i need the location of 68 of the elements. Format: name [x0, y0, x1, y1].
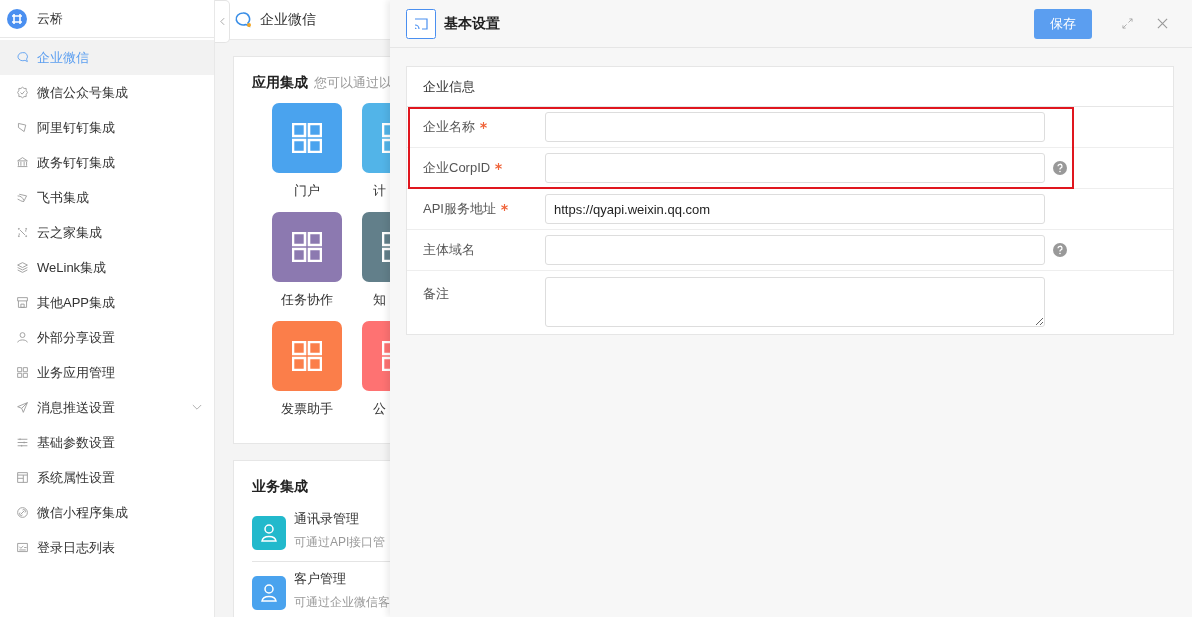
nodes-icon	[16, 226, 29, 239]
grid-icon	[292, 123, 322, 153]
app-tile[interactable]	[272, 212, 342, 282]
app-tile[interactable]	[272, 321, 342, 391]
sidebar-item[interactable]: 政务钉钉集成	[0, 145, 214, 180]
sidebar-item[interactable]: 微信小程序集成	[0, 495, 214, 530]
sliders-icon	[16, 436, 29, 449]
chevron-left-icon	[219, 17, 225, 26]
input-field[interactable]	[545, 153, 1045, 183]
input-field[interactable]	[545, 112, 1045, 142]
input-field[interactable]: https://qyapi.weixin.qq.com	[545, 194, 1045, 224]
layers-icon	[16, 261, 29, 274]
page-title: 企业微信	[260, 10, 316, 29]
help-icon[interactable]	[1053, 243, 1067, 257]
section-title: 业务集成	[252, 478, 309, 496]
field-label: 企业名称	[423, 118, 475, 136]
grid-icon	[292, 341, 322, 371]
app-tile[interactable]	[272, 103, 342, 173]
chat-icon	[234, 10, 252, 29]
sidebar-item[interactable]: 微信公众号集成	[0, 75, 214, 110]
send-icon	[16, 401, 29, 414]
id-card-icon	[16, 541, 29, 554]
form-title: 企业信息	[423, 77, 475, 96]
sidebar-item[interactable]: 业务应用管理	[0, 355, 214, 390]
business-description: 可通过企业微信客	[294, 594, 390, 611]
remark-field[interactable]	[545, 277, 1045, 327]
app-label: 门户	[293, 182, 321, 200]
app-label: 计	[372, 182, 387, 200]
grid-icon	[292, 232, 322, 262]
sidebar-item[interactable]: 登录日志列表	[0, 530, 214, 565]
business-title[interactable]: 客户管理	[294, 570, 390, 588]
app-label: 知	[372, 291, 387, 309]
bank-icon	[16, 156, 29, 169]
chat-icon	[16, 51, 29, 64]
sidebar-item[interactable]: 基础参数设置	[0, 425, 214, 460]
user-icon	[16, 331, 29, 344]
sidebar-item[interactable]: 消息推送设置	[0, 390, 214, 425]
panel-title: 基本设置	[444, 14, 501, 33]
input-field[interactable]	[545, 235, 1045, 265]
section-title: 应用集成	[252, 74, 308, 92]
sidebar-item[interactable]: 其他APP集成	[0, 285, 214, 320]
link-icon	[16, 506, 29, 519]
sidebar-item[interactable]: 系统属性设置	[0, 460, 214, 495]
field-label: 主体域名	[423, 241, 475, 259]
store-icon	[16, 296, 29, 309]
app-label: 发票助手	[280, 400, 334, 418]
sidebar-item[interactable]: 阿里钉钉集成	[0, 110, 214, 145]
close-icon[interactable]	[1157, 18, 1168, 29]
field-label: 备注	[423, 285, 449, 303]
business-description: 可通过API接口管	[294, 534, 386, 551]
sidebar-item[interactable]: 云之家集成	[0, 215, 214, 250]
field-label: 企业CorpID	[423, 159, 491, 177]
logo-icon	[7, 8, 27, 29]
tag-icon	[16, 121, 29, 134]
badge-icon	[16, 86, 29, 99]
sidebar-item[interactable]: 飞书集成	[0, 180, 214, 215]
help-icon[interactable]	[1053, 161, 1067, 175]
app-label: 任务协作	[280, 291, 334, 309]
expand-icon[interactable]	[1122, 18, 1133, 29]
cast-icon	[406, 8, 436, 39]
field-label: API服务地址	[423, 200, 496, 218]
sidebar-item[interactable]: 外部分享设置	[0, 320, 214, 355]
window-icon	[16, 471, 29, 484]
apps-icon	[16, 366, 29, 379]
app-name: 云桥	[37, 9, 63, 28]
sidebar-item[interactable]: WeLink集成	[0, 250, 214, 285]
business-title[interactable]: 通讯录管理	[294, 510, 386, 528]
app-label: 公	[372, 400, 387, 418]
